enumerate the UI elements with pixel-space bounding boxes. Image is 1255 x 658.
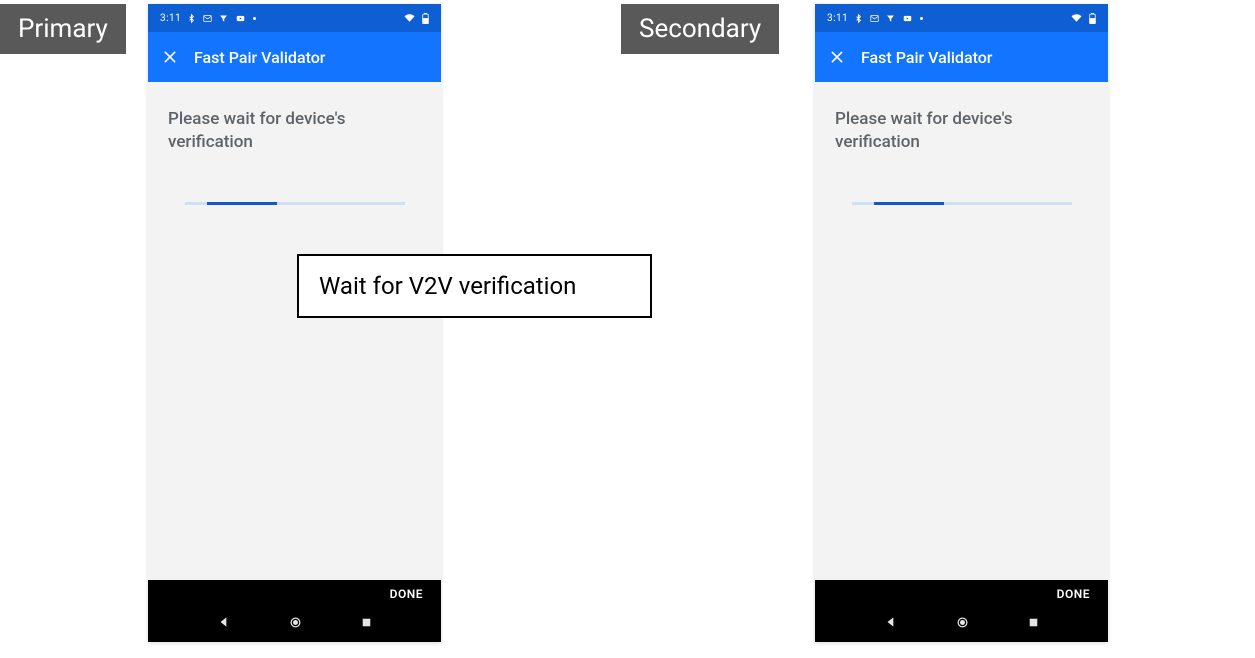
battery-icon xyxy=(1089,13,1096,24)
phone-secondary: 3:11 Fast Pai xyxy=(815,4,1108,642)
nav-back-icon[interactable] xyxy=(884,615,898,629)
status-time: 3:11 xyxy=(827,13,848,24)
filter-icon xyxy=(219,14,228,23)
callout-box: Wait for V2V verification xyxy=(297,254,652,318)
wait-message: Please wait for device's verification xyxy=(168,108,421,154)
app-title: Fast Pair Validator xyxy=(194,48,325,67)
bluetooth-icon xyxy=(187,13,196,24)
nav-home-icon[interactable] xyxy=(955,615,970,630)
app-bar: Fast Pair Validator xyxy=(148,32,441,82)
wait-message: Please wait for device's verification xyxy=(835,108,1088,154)
mail-icon xyxy=(869,14,880,23)
nav-recent-icon[interactable] xyxy=(360,616,373,629)
dot-icon xyxy=(253,17,256,20)
mail-icon xyxy=(202,14,213,23)
wifi-icon xyxy=(1070,13,1083,23)
secondary-label: Secondary xyxy=(621,4,779,54)
bottom-bar: DONE xyxy=(148,580,441,642)
app-title: Fast Pair Validator xyxy=(861,48,992,67)
battery-icon xyxy=(422,13,429,24)
close-icon[interactable] xyxy=(829,49,845,65)
progress-indicator xyxy=(852,202,1072,205)
filter-icon xyxy=(886,14,895,23)
bluetooth-icon xyxy=(854,13,863,24)
nav-back-icon[interactable] xyxy=(217,615,231,629)
done-button[interactable]: DONE xyxy=(390,587,423,601)
progress-indicator xyxy=(185,202,405,205)
youtube-icon xyxy=(901,14,914,23)
app-bar: Fast Pair Validator xyxy=(815,32,1108,82)
phone-primary: 3:11 Fast Pai xyxy=(148,4,441,642)
dot-icon xyxy=(920,17,923,20)
status-time: 3:11 xyxy=(160,13,181,24)
nav-recent-icon[interactable] xyxy=(1027,616,1040,629)
content-area: Please wait for device's verification xyxy=(148,82,441,580)
status-bar: 3:11 xyxy=(815,4,1108,32)
content-area: Please wait for device's verification xyxy=(815,82,1108,580)
primary-label: Primary xyxy=(0,4,126,54)
nav-home-icon[interactable] xyxy=(288,615,303,630)
callout-text: Wait for V2V verification xyxy=(319,272,576,300)
status-bar: 3:11 xyxy=(148,4,441,32)
done-button[interactable]: DONE xyxy=(1057,587,1090,601)
close-icon[interactable] xyxy=(162,49,178,65)
youtube-icon xyxy=(234,14,247,23)
wifi-icon xyxy=(403,13,416,23)
bottom-bar: DONE xyxy=(815,580,1108,642)
